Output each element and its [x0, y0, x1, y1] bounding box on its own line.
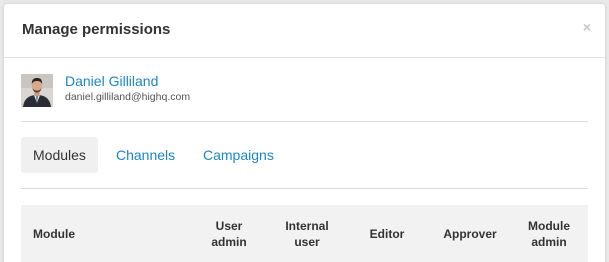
user-name-link[interactable]: Daniel Gilliland: [65, 73, 158, 89]
dialog-title: Manage permissions: [22, 21, 171, 38]
tab-campaigns[interactable]: Campaigns: [203, 137, 274, 173]
column-header-label: Module: [528, 219, 570, 233]
column-header-internal-user: Internal user: [275, 218, 339, 250]
permissions-table-header: Module User admin Internal user Editor A…: [21, 205, 588, 262]
user-email: daniel.gilliland@highq.com: [65, 91, 191, 103]
manage-permissions-dialog: Manage permissions × Daniel Gilliland da…: [4, 4, 605, 262]
close-icon[interactable]: ×: [583, 20, 591, 34]
column-header-module-admin: Module admin: [521, 218, 577, 250]
column-header-editor: Editor: [359, 226, 415, 242]
column-header-label: user: [294, 235, 320, 249]
column-header-approver: Approver: [435, 226, 505, 242]
tab-channels[interactable]: Channels: [116, 137, 175, 173]
column-header-label: admin: [531, 235, 567, 249]
column-header-label: Internal: [285, 219, 329, 233]
dialog-header: Manage permissions ×: [4, 4, 605, 58]
divider: [21, 121, 588, 122]
avatar: [21, 74, 53, 107]
column-header-label: admin: [211, 235, 247, 249]
column-header-label: User: [215, 219, 243, 233]
column-header-module: Module: [33, 226, 75, 242]
column-header-label: Approver: [443, 227, 497, 241]
divider: [21, 188, 588, 189]
tab-modules[interactable]: Modules: [21, 137, 98, 173]
column-header-user-admin: User admin: [201, 218, 257, 250]
column-header-label: Editor: [369, 227, 405, 241]
column-header-label: Module: [33, 227, 75, 241]
